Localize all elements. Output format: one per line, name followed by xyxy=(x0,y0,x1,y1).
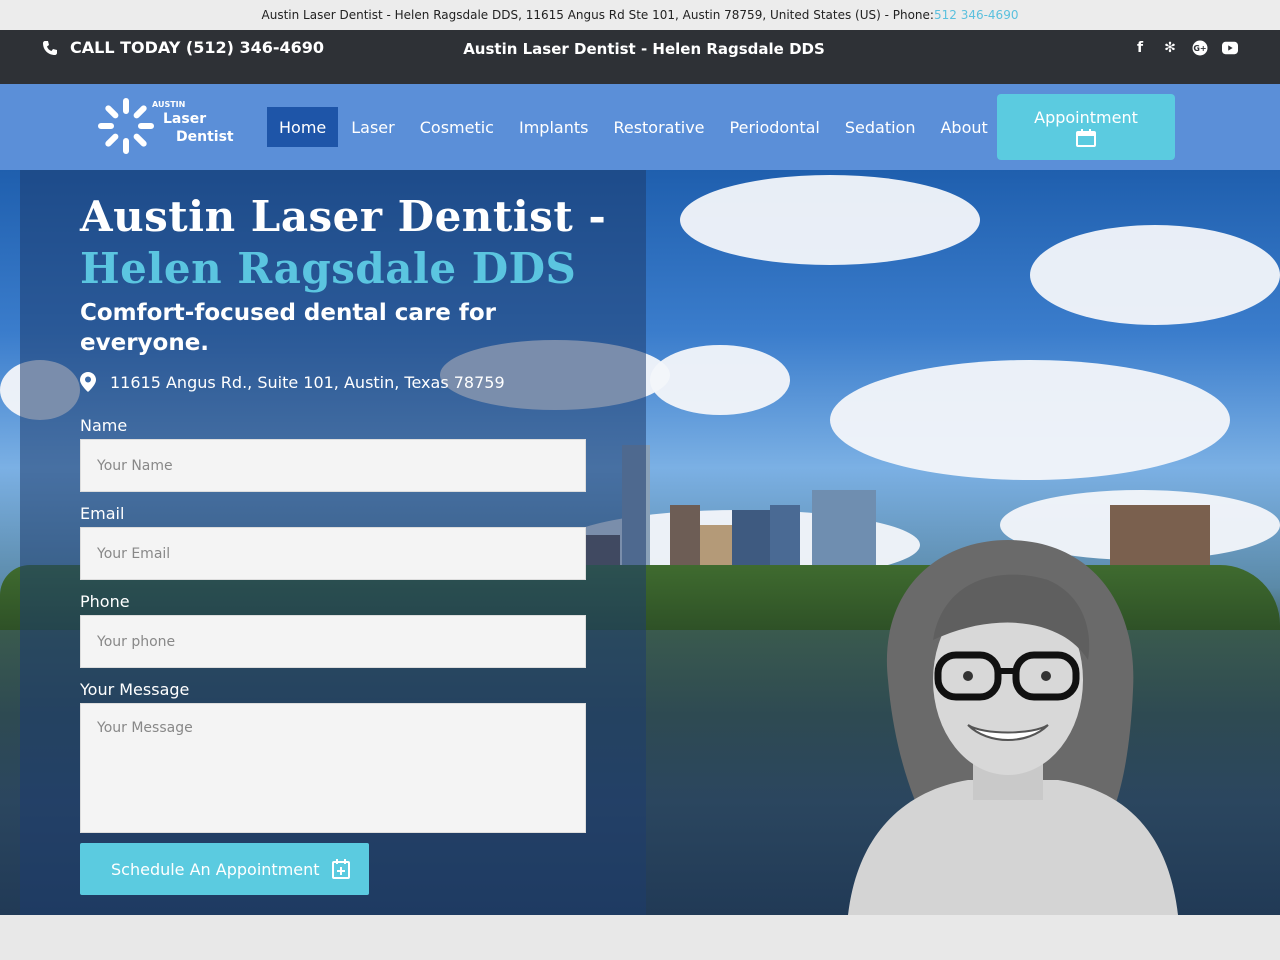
cloud-shape xyxy=(1030,225,1280,325)
appointment-label: Appointment xyxy=(1034,108,1138,127)
social-links: f ✻ G+ xyxy=(1132,40,1238,56)
message-label: Your Message xyxy=(80,680,190,699)
hero-title-line2: Helen Ragsdale DDS xyxy=(80,244,577,293)
name-label: Name xyxy=(80,416,128,435)
nav-item-restorative[interactable]: Restorative xyxy=(601,107,716,147)
schedule-appointment-button[interactable]: Schedule An Appointment xyxy=(80,843,369,895)
youtube-icon[interactable] xyxy=(1222,40,1238,56)
nav-item-cosmetic[interactable]: Cosmetic xyxy=(408,107,506,147)
hero-section: Austin Laser Dentist - Helen Ragsdale DD… xyxy=(0,170,1280,915)
site-logo[interactable]: AUSTIN Laser Dentist xyxy=(96,96,246,156)
schedule-appointment-label: Schedule An Appointment xyxy=(111,859,320,879)
doctor-portrait xyxy=(848,540,1178,915)
top-info-strip: Austin Laser Dentist - Helen Ragsdale DD… xyxy=(0,0,1280,30)
top-info-text: Austin Laser Dentist - Helen Ragsdale DD… xyxy=(261,8,934,22)
top-phone-link[interactable]: 512 346-4690 xyxy=(934,8,1019,22)
calendar-icon xyxy=(1076,129,1096,147)
map-pin-icon xyxy=(80,372,96,392)
hero-title-line1: Austin Laser Dentist - xyxy=(80,192,607,241)
nav-item-implants[interactable]: Implants xyxy=(507,107,600,147)
phone-label: Phone xyxy=(80,592,130,611)
logo-line1: Laser xyxy=(163,111,207,127)
nav-item-home[interactable]: Home xyxy=(267,107,339,147)
address-text: 11615 Angus Rd., Suite 101, Austin, Texa… xyxy=(110,372,505,392)
email-input[interactable] xyxy=(80,527,586,580)
call-bar: CALL TODAY (512) 346-4690 Austin Laser D… xyxy=(0,30,1280,84)
main-navbar: AUSTIN Laser Dentist Home Laser Cosmetic… xyxy=(0,84,1280,170)
google-plus-icon[interactable]: G+ xyxy=(1192,40,1208,56)
nav-item-laser[interactable]: Laser xyxy=(339,107,406,147)
phone-input[interactable] xyxy=(80,615,586,668)
message-textarea[interactable] xyxy=(80,703,586,833)
cloud-shape xyxy=(830,360,1230,480)
site-title: Austin Laser Dentist - Helen Ragsdale DD… xyxy=(463,40,825,58)
nav-item-about[interactable]: About xyxy=(928,107,999,147)
page-bottom-band xyxy=(0,915,1280,960)
nav-item-periodontal[interactable]: Periodontal xyxy=(718,107,832,147)
main-nav: Home Laser Cosmetic Implants Restorative… xyxy=(267,107,1001,147)
svg-text:G+: G+ xyxy=(1193,44,1206,53)
cloud-shape xyxy=(680,175,980,265)
cloud-shape xyxy=(650,345,790,415)
facebook-icon[interactable]: f xyxy=(1132,40,1148,56)
logo-burst-icon xyxy=(98,98,154,154)
hero-address: 11615 Angus Rd., Suite 101, Austin, Texa… xyxy=(80,372,505,392)
name-input[interactable] xyxy=(80,439,586,492)
nav-item-sedation[interactable]: Sedation xyxy=(833,107,928,147)
hero-subtitle: Comfort-focused dental care for everyone… xyxy=(80,300,497,356)
yelp-icon[interactable]: ✻ xyxy=(1162,40,1178,56)
calendar-plus-icon xyxy=(331,859,350,879)
email-label: Email xyxy=(80,504,125,523)
appointment-button[interactable]: Appointment xyxy=(997,94,1175,160)
logo-line2: Dentist xyxy=(176,129,234,145)
logo-small-text: AUSTIN xyxy=(152,100,186,109)
